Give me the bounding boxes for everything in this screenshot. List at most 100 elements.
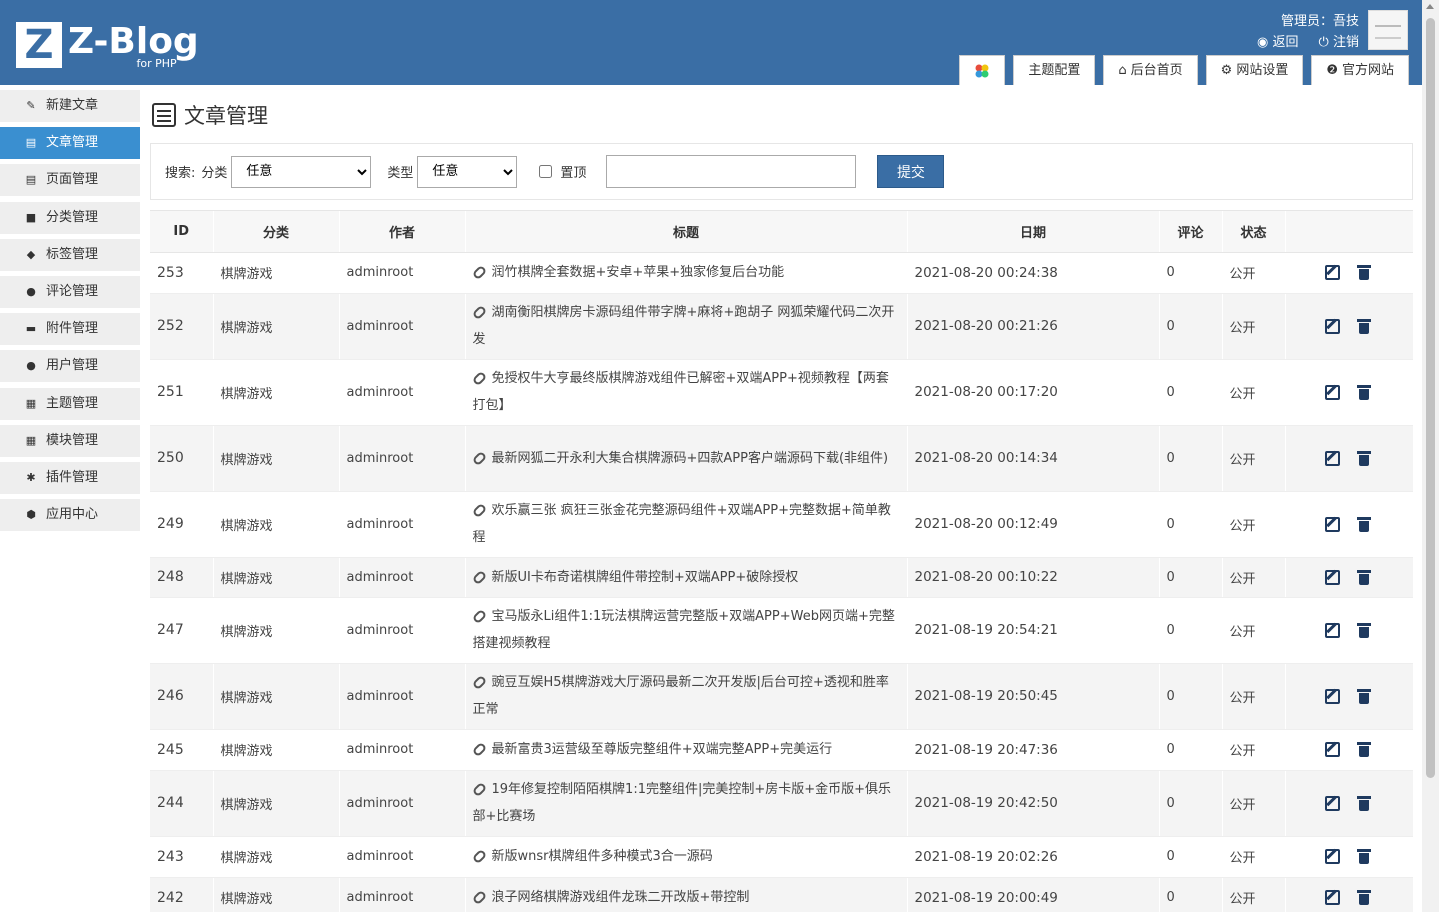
- back-link[interactable]: ◉ 返回: [1257, 32, 1299, 54]
- trash-icon[interactable]: [1356, 265, 1371, 280]
- edit-icon[interactable]: [1324, 742, 1340, 757]
- article-title-link[interactable]: 浪子网络棋牌游戏组件龙珠二开改版+带控制: [492, 890, 750, 905]
- top-filter[interactable]: 置顶: [539, 162, 586, 181]
- cell-date: 2021-08-20 00:14:34: [907, 425, 1160, 492]
- top-checkbox[interactable]: [539, 165, 553, 178]
- tab-admin-home[interactable]: ⌂ 后台首页: [1103, 55, 1198, 85]
- sidebar-item-new-article[interactable]: ✎ 新建文章: [0, 90, 140, 122]
- cell-title[interactable]: 湖南衡阳棋牌房卡源码组件带字牌+麻将+跑胡子 网狐荣耀代码二次开发: [465, 293, 908, 360]
- logo-subtitle: for PHP: [136, 57, 177, 70]
- cell-title[interactable]: 新版wnsr棋牌组件多种模式3合一源码: [465, 836, 908, 878]
- page-title: 文章管理: [152, 100, 268, 130]
- cell-actions: [1285, 836, 1413, 878]
- col-category[interactable]: 分类: [213, 211, 340, 253]
- logout-link[interactable]: ⏻ 注销: [1319, 32, 1359, 54]
- cell-title[interactable]: 浪子网络棋牌游戏组件龙珠二开改版+带控制: [465, 877, 908, 912]
- sidebar-item-category-manage[interactable]: ■ 分类管理: [0, 202, 140, 234]
- edit-icon[interactable]: [1324, 795, 1340, 811]
- trash-icon[interactable]: [1356, 688, 1371, 704]
- cell-title[interactable]: 免授权牛大亨最终版棋牌游戏组件已解密+双端APP+视频教程【两套打包】: [465, 359, 908, 426]
- cell-title[interactable]: 新版UI卡布奇诺棋牌组件带控制+双端APP+破除授权: [465, 557, 908, 598]
- cell-author: adminroot: [339, 425, 466, 492]
- cell-comments: 0: [1159, 252, 1223, 294]
- tab-color-picker[interactable]: [959, 55, 1006, 85]
- sidebar-item-app-center[interactable]: ⬢ 应用中心: [0, 499, 140, 531]
- tab-theme-config[interactable]: 主题配置: [1013, 55, 1096, 85]
- col-comments[interactable]: 评论: [1159, 211, 1223, 253]
- edit-icon[interactable]: [1324, 569, 1340, 585]
- trash-icon[interactable]: [1356, 516, 1371, 532]
- trash-icon[interactable]: [1356, 384, 1371, 400]
- col-title[interactable]: 标题: [465, 211, 908, 253]
- trash-icon[interactable]: [1356, 450, 1371, 466]
- article-title-link[interactable]: 湖南衡阳棋牌房卡源码组件带字牌+麻将+跑胡子 网狐荣耀代码二次开发: [473, 305, 895, 347]
- sidebar-item-theme-manage[interactable]: ▦ 主题管理: [0, 388, 140, 420]
- cell-actions: [1285, 252, 1413, 294]
- trash-icon[interactable]: [1356, 795, 1371, 811]
- trash-icon[interactable]: [1356, 849, 1371, 864]
- type-select[interactable]: 任意: [417, 155, 518, 188]
- trash-icon[interactable]: [1356, 622, 1371, 638]
- col-status[interactable]: 状态: [1222, 211, 1286, 253]
- top-tabs: 主题配置 ⌂ 后台首页 ⚙ 网站设置 ❷ 官方网站: [959, 55, 1409, 85]
- cell-title[interactable]: 宝马版永Li组件1:1玩法棋牌运营完整版+双端APP+Web网页端+完整搭建视频…: [465, 597, 908, 664]
- sidebar-item-attachment-manage[interactable]: ▬ 附件管理: [0, 313, 140, 345]
- page-scrollbar[interactable]: [1422, 0, 1439, 912]
- col-id[interactable]: ID: [150, 211, 214, 253]
- tab-official-site[interactable]: ❷ 官方网站: [1311, 55, 1409, 85]
- article-title-link[interactable]: 免授权牛大亨最终版棋牌游戏组件已解密+双端APP+视频教程【两套打包】: [473, 371, 889, 413]
- trash-icon[interactable]: [1356, 890, 1371, 905]
- cell-title[interactable]: 润竹棋牌全套数据+安卓+苹果+独家修复后台功能: [465, 252, 908, 294]
- keyword-input[interactable]: [606, 155, 857, 188]
- article-title-link[interactable]: 润竹棋牌全套数据+安卓+苹果+独家修复后台功能: [492, 265, 785, 280]
- article-title-link[interactable]: 新版UI卡布奇诺棋牌组件带控制+双端APP+破除授权: [492, 570, 799, 585]
- tab-site-settings[interactable]: ⚙ 网站设置: [1205, 55, 1304, 85]
- trash-icon[interactable]: [1356, 742, 1371, 757]
- col-date[interactable]: 日期: [907, 211, 1160, 253]
- cell-title[interactable]: 19年修复控制陌陌棋牌1:1完整组件|完美控制+房卡版+金币版+俱乐部+比赛场: [465, 770, 908, 837]
- cell-title[interactable]: 最新富贵3运营级至尊版完整组件+双端完整APP+完美运行: [465, 729, 908, 771]
- cell-actions: [1285, 359, 1413, 426]
- edit-icon[interactable]: [1324, 688, 1340, 704]
- cell-title[interactable]: 最新网狐二开永利大集合棋牌源码+四款APP客户端源码下载(非组件): [465, 425, 908, 492]
- edit-icon[interactable]: [1324, 516, 1340, 532]
- sidebar-item-plugin-manage[interactable]: ✱ 插件管理: [0, 462, 140, 494]
- edit-icon[interactable]: [1324, 622, 1340, 638]
- edit-icon[interactable]: [1324, 384, 1340, 400]
- article-title-link[interactable]: 最新网狐二开永利大集合棋牌源码+四款APP客户端源码下载(非组件): [492, 451, 889, 466]
- article-title-link[interactable]: 19年修复控制陌陌棋牌1:1完整组件|完美控制+房卡版+金币版+俱乐部+比赛场: [473, 782, 892, 824]
- submit-button[interactable]: 提交: [877, 155, 945, 188]
- article-title-link[interactable]: 新版wnsr棋牌组件多种模式3合一源码: [492, 849, 713, 864]
- top-label: 置顶: [560, 166, 587, 181]
- cell-author: adminroot: [339, 877, 466, 912]
- edit-icon[interactable]: [1324, 450, 1340, 466]
- edit-icon[interactable]: [1324, 318, 1340, 334]
- edit-icon[interactable]: [1324, 849, 1340, 864]
- article-title-link[interactable]: 宝马版永Li组件1:1玩法棋牌运营完整版+双端APP+Web网页端+完整搭建视频…: [473, 609, 895, 651]
- cell-status: 公开: [1222, 877, 1286, 912]
- cell-title[interactable]: 欢乐赢三张 疯狂三张金花完整源码组件+双端APP+完整数据+简单教程: [465, 491, 908, 558]
- cell-title[interactable]: 豌豆互娱H5棋牌游戏大厅源码最新二次开发版|后台可控+透视和胜率正常: [465, 663, 908, 730]
- scroll-up-arrow[interactable]: [1426, 4, 1434, 9]
- avatar[interactable]: [1368, 10, 1408, 50]
- sidebar-item-article-manage[interactable]: ▤ 文章管理: [0, 127, 140, 159]
- edit-icon[interactable]: [1324, 265, 1340, 280]
- scroll-thumb[interactable]: [1426, 18, 1435, 778]
- sidebar-item-module-manage[interactable]: ▦ 模块管理: [0, 425, 140, 457]
- article-title-link[interactable]: 豌豆互娱H5棋牌游戏大厅源码最新二次开发版|后台可控+透视和胜率正常: [473, 675, 889, 717]
- sidebar-item-tag-manage[interactable]: ◆ 标签管理: [0, 239, 140, 271]
- col-author[interactable]: 作者: [339, 211, 466, 253]
- sidebar-item-user-manage[interactable]: ● 用户管理: [0, 350, 140, 382]
- article-title-link[interactable]: 欢乐赢三张 疯狂三张金花完整源码组件+双端APP+完整数据+简单教程: [473, 503, 891, 545]
- logo[interactable]: Z Z-Blog for PHP: [16, 22, 199, 70]
- sidebar-item-page-manage[interactable]: ▤ 页面管理: [0, 164, 140, 196]
- page-icon: ▤: [25, 173, 37, 186]
- sidebar-item-comment-manage[interactable]: ● 评论管理: [0, 276, 140, 308]
- edit-icon[interactable]: [1324, 890, 1340, 905]
- trash-icon[interactable]: [1356, 318, 1371, 334]
- category-select[interactable]: 任意: [231, 155, 372, 188]
- cell-status: 公开: [1222, 729, 1286, 771]
- cell-actions: [1285, 770, 1413, 837]
- trash-icon[interactable]: [1356, 569, 1371, 585]
- article-title-link[interactable]: 最新富贵3运营级至尊版完整组件+双端完整APP+完美运行: [492, 742, 833, 757]
